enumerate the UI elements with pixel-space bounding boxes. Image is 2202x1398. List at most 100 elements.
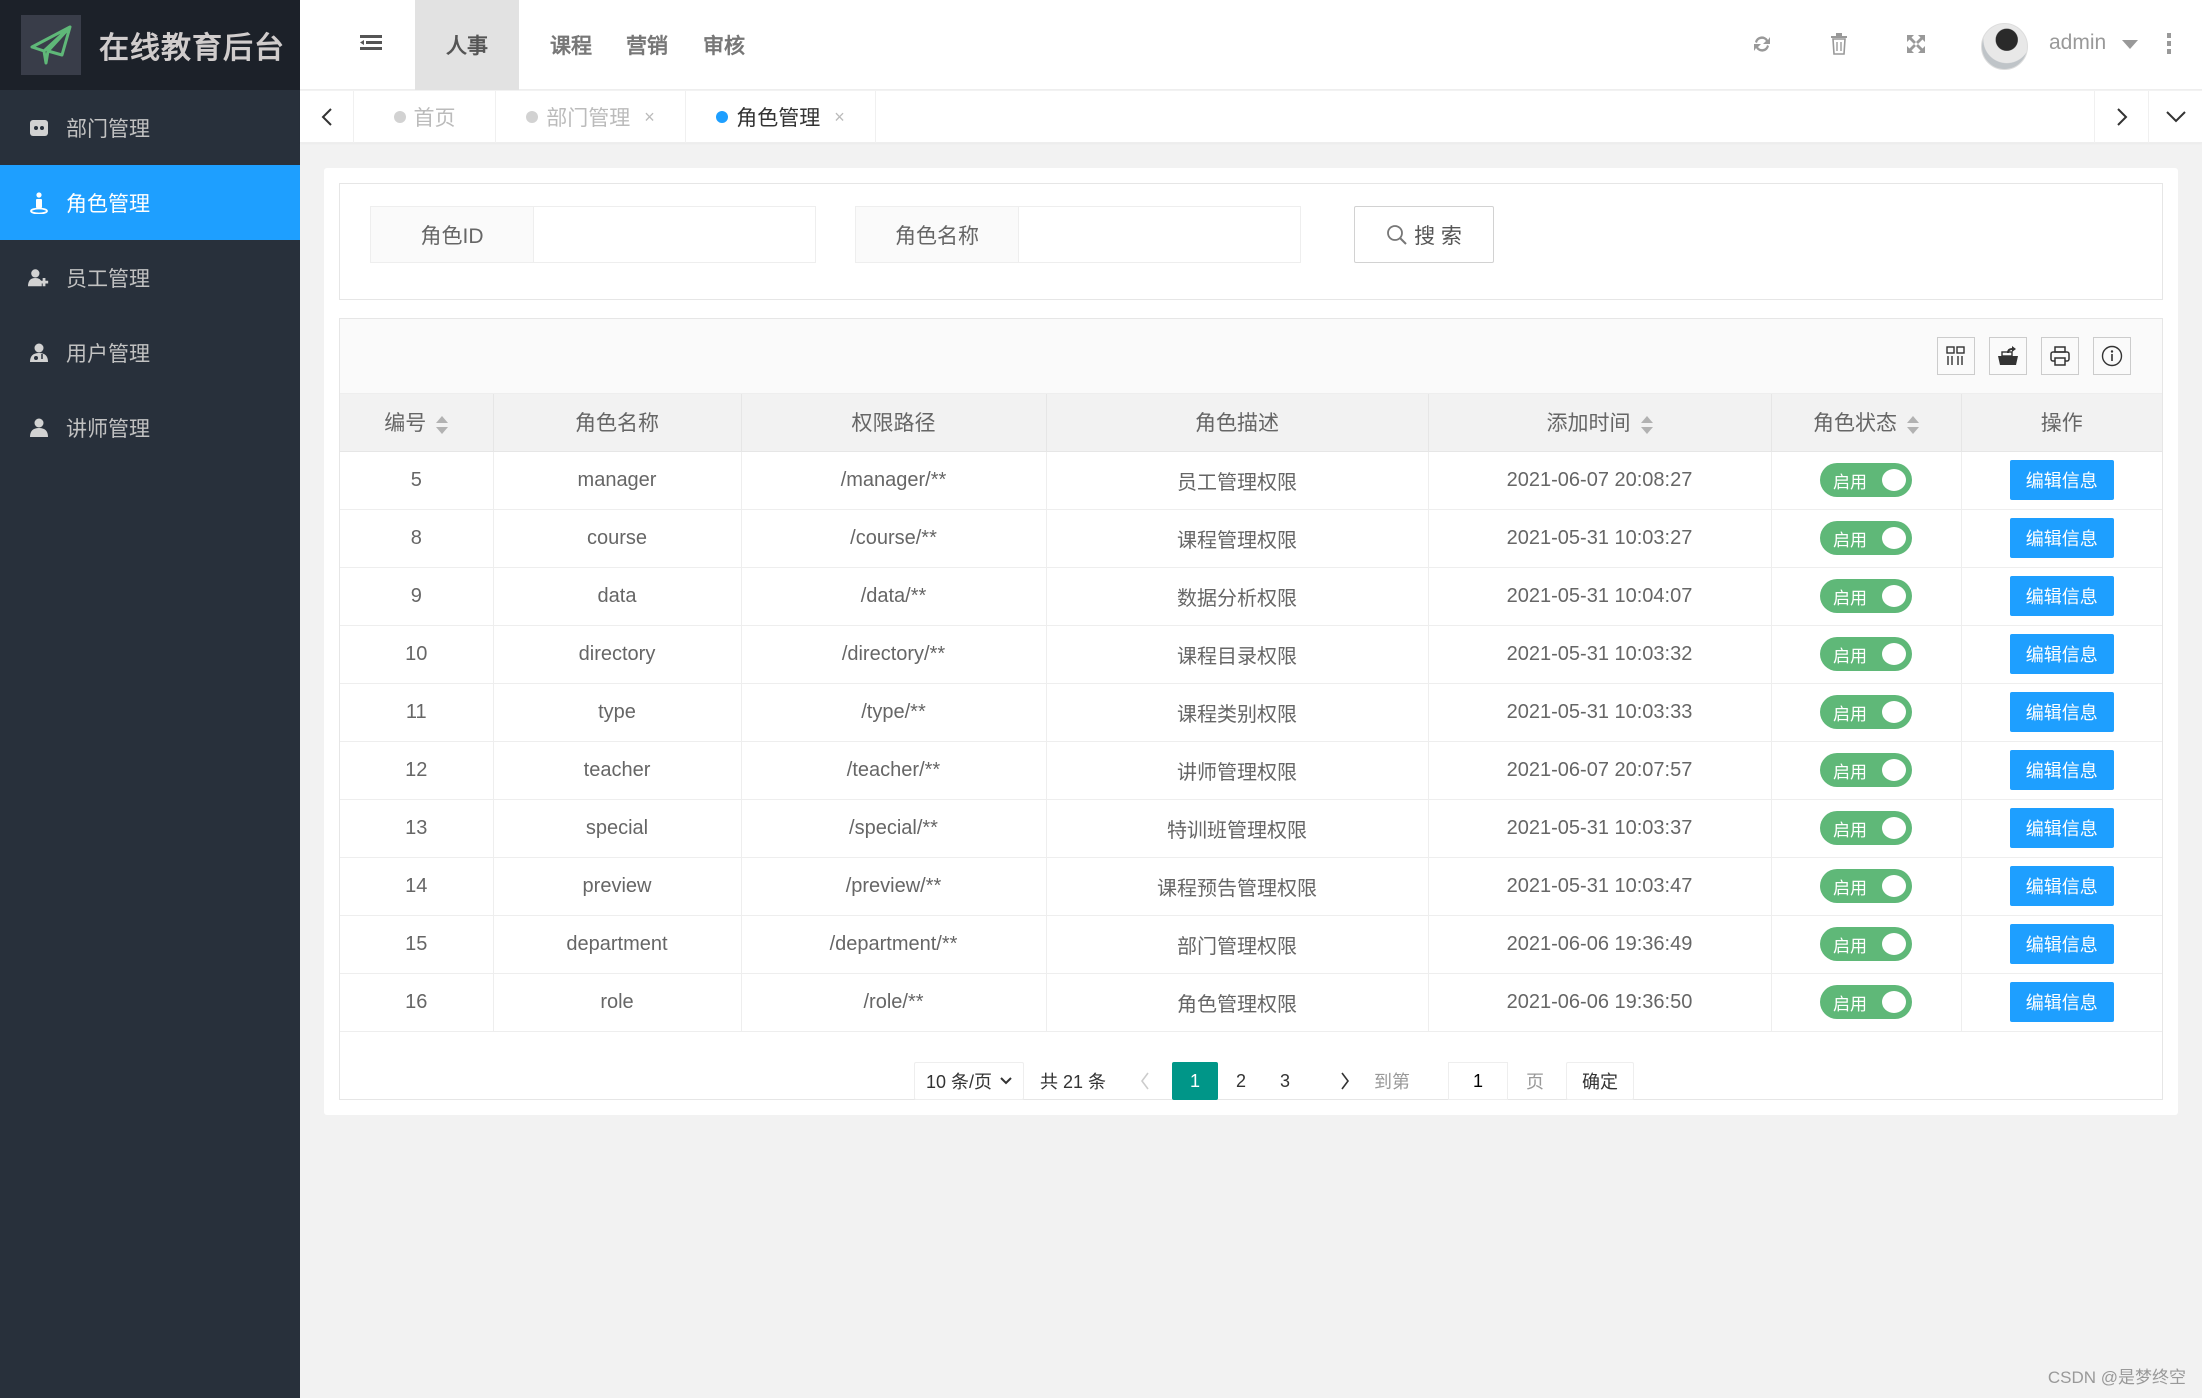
role-name-input[interactable] xyxy=(1019,207,1300,262)
close-icon[interactable]: × xyxy=(834,107,845,128)
status-toggle[interactable]: 启用 xyxy=(1820,753,1912,787)
cell-desc: 课程类别权限 xyxy=(1046,683,1429,742)
page-tab-2[interactable]: 角色管理 × xyxy=(686,91,876,143)
search-button[interactable]: 搜 索 xyxy=(1354,206,1494,263)
toggle-knob xyxy=(1882,817,1906,839)
sidebar-item-2[interactable]: 员工管理 xyxy=(0,240,300,315)
sidebar-item-1[interactable]: 角色管理 xyxy=(0,165,300,240)
top-header: 人事 课程 营销 审核 admin xyxy=(300,0,2202,90)
cell-name: teacher xyxy=(493,741,742,800)
toggle-knob xyxy=(1882,875,1906,897)
status-toggle-label: 启用 xyxy=(1833,472,1867,492)
cell-status: 启用 xyxy=(1771,741,1962,800)
search-form: 角色ID 角色名称 搜 索 xyxy=(339,183,2163,300)
status-toggle[interactable]: 启用 xyxy=(1820,927,1912,961)
status-toggle[interactable]: 启用 xyxy=(1820,985,1912,1019)
cell-desc: 部门管理权限 xyxy=(1046,915,1429,974)
toggle-knob xyxy=(1882,469,1906,491)
status-toggle[interactable]: 启用 xyxy=(1820,695,1912,729)
edit-info-button[interactable]: 编辑信息 xyxy=(2009,460,2114,500)
edit-info-button[interactable]: 编辑信息 xyxy=(2009,634,2114,674)
edit-info-button[interactable]: 编辑信息 xyxy=(2009,750,2114,790)
status-toggle[interactable]: 启用 xyxy=(1820,811,1912,845)
role-table: 编号 角色名称 权限路径 角色描述 添加时间 角色状态 操作 5 manager/manage… xyxy=(339,318,2163,1100)
nav-tab-0[interactable]: 人事 xyxy=(415,0,519,90)
table-row: 16 role/role/** 角色管理权限 2021-06-06 19:36:50 启… xyxy=(340,973,2162,1032)
nav-tab-3[interactable]: 审核 xyxy=(672,0,776,90)
role-id-field: 角色ID xyxy=(370,206,816,263)
sort-icon[interactable] xyxy=(1640,415,1653,434)
goto-page-input[interactable] xyxy=(1448,1062,1508,1100)
edit-info-button[interactable]: 编辑信息 xyxy=(2009,808,2114,848)
toggle-knob xyxy=(1882,585,1906,607)
trash-icon[interactable] xyxy=(1827,32,1851,56)
export-icon[interactable] xyxy=(1989,337,2027,375)
cell-status: 启用 xyxy=(1771,799,1962,858)
search-icon xyxy=(1387,224,1407,245)
status-toggle[interactable]: 启用 xyxy=(1820,463,1912,497)
status-toggle-label: 启用 xyxy=(1833,820,1867,840)
status-toggle-label: 启用 xyxy=(1833,762,1867,782)
menu-toggle-icon[interactable] xyxy=(360,33,382,53)
user-icon xyxy=(28,417,50,439)
cell-path: /teacher/** xyxy=(741,741,1047,800)
edit-info-button[interactable]: 编辑信息 xyxy=(2009,982,2114,1022)
cell-name: role xyxy=(493,973,742,1032)
refresh-icon[interactable] xyxy=(1750,32,1774,56)
column-header-0[interactable]: 编号 xyxy=(340,394,494,452)
column-header-label: 操作 xyxy=(2040,412,2083,436)
status-toggle[interactable]: 启用 xyxy=(1820,579,1912,613)
edit-info-button[interactable]: 编辑信息 xyxy=(2009,924,2114,964)
next-page-icon[interactable] xyxy=(1330,1062,1360,1100)
sidebar-item-4[interactable]: 讲师管理 xyxy=(0,390,300,465)
status-toggle[interactable]: 启用 xyxy=(1820,869,1912,903)
prev-page-icon[interactable] xyxy=(1130,1062,1160,1100)
caret-down-icon[interactable] xyxy=(2122,40,2138,49)
goto-confirm-button[interactable]: 确定 xyxy=(1566,1062,1634,1100)
edit-info-button[interactable]: 编辑信息 xyxy=(2009,518,2114,558)
tabs-scroll-right-icon[interactable] xyxy=(2094,91,2148,143)
sidebar-item-3[interactable]: 用户管理 xyxy=(0,315,300,390)
pagination: 10 条/页 共 21 条 123 到第 页 确定 xyxy=(340,1051,2162,1101)
sidebar: 在线教育后台 部门管理 角色管理 员工管理 用户管理 讲师管理 xyxy=(0,0,300,1398)
cell-name: manager xyxy=(493,451,742,510)
role-id-input[interactable] xyxy=(534,207,815,262)
cell-path: /type/** xyxy=(741,683,1047,742)
page-tab-1[interactable]: 部门管理 × xyxy=(496,91,686,143)
edit-info-button[interactable]: 编辑信息 xyxy=(2009,692,2114,732)
column-header-6: 操作 xyxy=(1961,394,2162,452)
sort-icon[interactable] xyxy=(1907,415,1919,434)
info-icon[interactable] xyxy=(2093,337,2131,375)
tabs-scroll-left-icon[interactable] xyxy=(300,91,354,143)
cell-status: 启用 xyxy=(1771,509,1962,568)
page-number-2[interactable]: 2 xyxy=(1218,1062,1264,1100)
page-number-3[interactable]: 3 xyxy=(1262,1062,1308,1100)
avatar[interactable] xyxy=(1981,23,2028,70)
cell-name: department xyxy=(493,915,742,974)
print-icon[interactable] xyxy=(2041,337,2079,375)
edit-info-button[interactable]: 编辑信息 xyxy=(2009,866,2114,906)
cell-action: 编辑信息 xyxy=(1961,915,2162,974)
close-icon[interactable]: × xyxy=(644,107,655,128)
tabs-menu-chevron-down-icon[interactable] xyxy=(2148,91,2202,143)
sidebar-item-label: 角色管理 xyxy=(66,192,150,216)
cell-action: 编辑信息 xyxy=(1961,799,2162,858)
cell-time: 2021-05-31 10:03:37 xyxy=(1428,799,1772,858)
column-header-5[interactable]: 角色状态 xyxy=(1771,394,1962,452)
page-number-1[interactable]: 1 xyxy=(1172,1062,1218,1100)
fullscreen-icon[interactable] xyxy=(1904,32,1928,56)
page-size-select[interactable]: 10 条/页 xyxy=(914,1062,1024,1100)
cell-id: 5 xyxy=(340,451,494,510)
user-name[interactable]: admin xyxy=(2049,31,2106,55)
status-toggle[interactable]: 启用 xyxy=(1820,637,1912,671)
edit-info-button[interactable]: 编辑信息 xyxy=(2009,576,2114,616)
sidebar-item-0[interactable]: 部门管理 xyxy=(0,90,300,165)
columns-icon[interactable] xyxy=(1937,337,1975,375)
status-toggle-label: 启用 xyxy=(1833,646,1867,666)
more-vertical-icon[interactable] xyxy=(2166,32,2172,54)
cell-status: 启用 xyxy=(1771,857,1962,916)
column-header-4[interactable]: 添加时间 xyxy=(1428,394,1772,452)
sort-icon[interactable] xyxy=(436,415,449,434)
page-tab-0[interactable]: 首页 xyxy=(354,91,496,143)
status-toggle[interactable]: 启用 xyxy=(1820,521,1912,555)
